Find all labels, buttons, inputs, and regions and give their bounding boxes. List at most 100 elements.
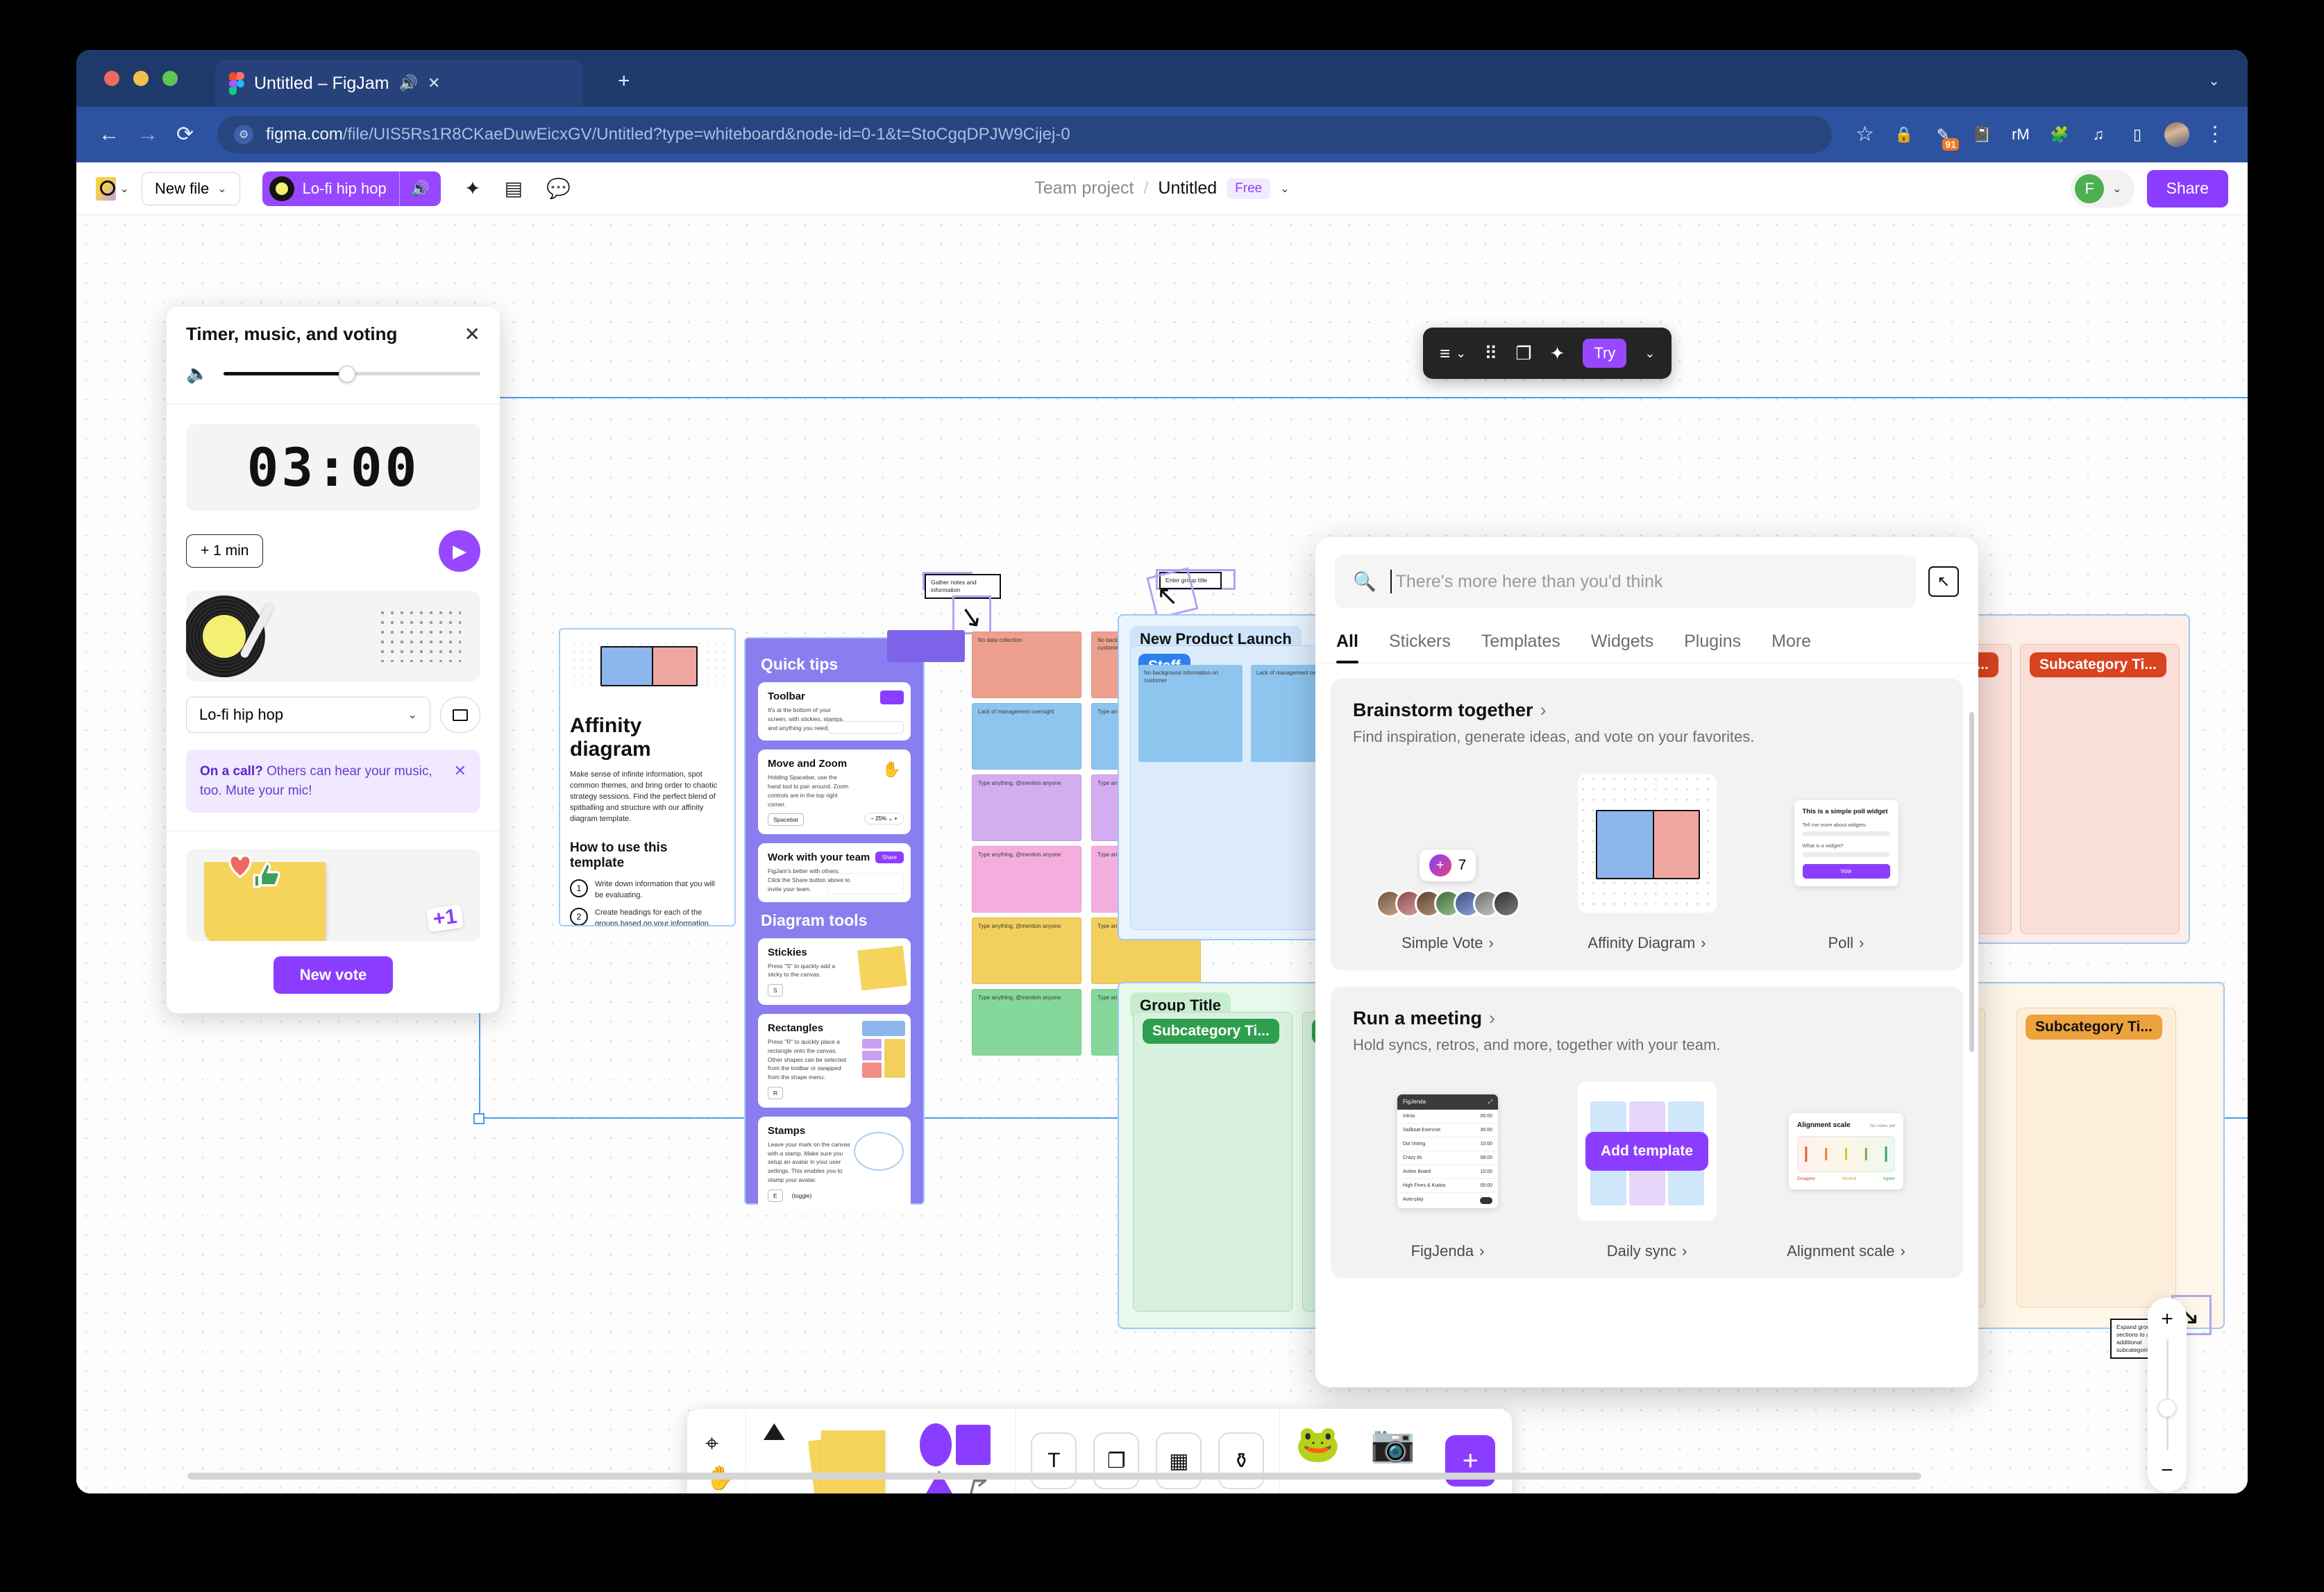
maximize-window-button[interactable] <box>162 71 178 86</box>
resources-tabs[interactable]: All Stickers Templates Widgets Plugins More <box>1315 608 1978 663</box>
affinity-diagram-template[interactable]: Affinity diagram Make sense of infinite … <box>559 628 736 926</box>
sparkle-icon[interactable]: ✦ <box>464 177 480 200</box>
minimize-window-button[interactable] <box>133 71 149 86</box>
resource-item-affinity-diagram[interactable]: Affinity Diagram › <box>1552 768 1742 952</box>
forward-arrow-icon[interactable]: → <box>137 124 158 145</box>
template-icon[interactable]: ▤ <box>505 177 523 200</box>
volume-slider[interactable] <box>224 365 480 382</box>
new-file-button[interactable]: New file ⌄ <box>142 171 240 205</box>
sticky-note[interactable]: Type anything, @mention anyone <box>972 846 1081 913</box>
site-settings-icon[interactable]: ⚙ <box>234 125 254 144</box>
pop-out-icon[interactable]: ↖ <box>1928 566 1959 597</box>
tab-widgets[interactable]: Widgets <box>1591 632 1653 663</box>
shapes-icon[interactable]: ↱ <box>920 1419 1000 1493</box>
align-left-icon[interactable]: ≡ ⌄ <box>1440 343 1466 364</box>
resource-item-figjenda[interactable]: FigJenda ⤢ Intros 05:00 Sailboat Exercise 30… <box>1353 1076 1542 1260</box>
quick-tip-card[interactable]: Stamps Leave your mark on the canvas with… <box>758 1116 911 1210</box>
subcategory-column[interactable] <box>1133 1012 1292 1312</box>
zoom-controls[interactable]: + − <box>2148 1298 2187 1492</box>
ai-toolbar[interactable]: ≡ ⌄ ⠿ ❐ ✦ Try ⌄ <box>1423 328 1672 379</box>
figjam-canvas[interactable]: Affinity diagram Make sense of infinite … <box>76 215 2248 1493</box>
cursor-icon[interactable]: ⌖ <box>705 1430 734 1457</box>
window-controls[interactable] <box>104 71 178 86</box>
text-tool-icon[interactable]: T <box>1031 1432 1077 1489</box>
close-icon[interactable]: ✕ <box>464 324 480 344</box>
music-select[interactable]: Lo-fi hip hop ⌄ <box>186 697 430 733</box>
resource-item-simple-vote[interactable]: + 7 Simple Vote › <box>1353 768 1542 952</box>
subcategory-column[interactable] <box>2020 644 2180 934</box>
side-panel-icon[interactable]: ▯ <box>2125 123 2149 146</box>
stickers-icon[interactable]: 🐸 <box>1295 1426 1359 1493</box>
selection-handle[interactable] <box>473 1113 485 1124</box>
reading-list-icon[interactable]: ♫ <box>2087 123 2110 146</box>
music-player-button[interactable]: Lo-fi hip hop 🔊 <box>262 171 441 206</box>
resource-item-daily-sync[interactable]: Add template Daily sync › <box>1552 1076 1742 1260</box>
subcategory-title-tag[interactable]: Subcategory Ti... <box>2030 652 2166 677</box>
resources-body[interactable]: Brainstorm together › Find inspiration, g… <box>1315 663 1978 1316</box>
new-tab-button[interactable]: + <box>618 69 630 93</box>
sticky-note[interactable]: Type anything, @mention anyone <box>972 774 1081 841</box>
horizontal-scrollbar[interactable] <box>187 1473 1921 1480</box>
page-title[interactable]: Untitled <box>1158 178 1217 198</box>
browser-tab[interactable]: Untitled – FigJam 🔊 ✕ <box>215 60 583 107</box>
subcategory-title-tag[interactable]: Subcategory Ti... <box>1143 1019 1279 1044</box>
tab-stickers[interactable]: Stickers <box>1389 632 1451 663</box>
close-window-button[interactable] <box>104 71 119 86</box>
try-button[interactable]: Try <box>1583 339 1627 368</box>
tab-templates[interactable]: Templates <box>1481 632 1560 663</box>
zoom-slider[interactable] <box>2158 1339 2176 1450</box>
add-minute-button[interactable]: + 1 min <box>186 534 264 568</box>
user-menu[interactable]: F ⌄ <box>2071 169 2134 208</box>
quick-tip-card[interactable]: Toolbar It's at the bottom of your screen… <box>758 682 911 741</box>
speaker-icon[interactable]: 🔊 <box>398 171 441 206</box>
add-template-button[interactable]: Add template <box>1585 1131 1708 1171</box>
stop-square-icon[interactable] <box>440 697 480 733</box>
quick-tip-card[interactable]: Work with your team FigJam's better with … <box>758 843 911 902</box>
todoist-extension-icon[interactable]: ✎ 91 <box>1931 123 1959 151</box>
chevron-down-icon[interactable]: ⌄ <box>1644 346 1655 361</box>
quick-tip-card[interactable]: Rectangles Press "R" to quickly place a r… <box>758 1014 911 1108</box>
bottom-toolbar[interactable]: ⌖ ✋ ↱ T ❐ ▦ ⚱ <box>687 1409 1513 1493</box>
subcategory-column[interactable] <box>2016 1008 2176 1307</box>
notion-extension-icon[interactable]: 📓 <box>1970 123 1994 146</box>
breadcrumb-project[interactable]: Team project <box>1034 178 1134 198</box>
puzzle-extensions-icon[interactable]: 🧩 <box>2048 123 2071 146</box>
tab-list-chevron-icon[interactable]: ⌄ <box>2208 72 2220 90</box>
tab-all[interactable]: All <box>1336 632 1358 663</box>
sticky-note[interactable]: Lack of management oversight <box>972 703 1081 770</box>
stamp-tool-icon[interactable]: ⚱ <box>1218 1432 1265 1489</box>
new-vote-button[interactable]: New vote <box>273 956 394 994</box>
password-manager-icon[interactable]: 🔒 <box>1892 123 1916 146</box>
widgets-icon[interactable]: 📷 <box>1370 1426 1434 1493</box>
zoom-slider-knob[interactable] <box>2158 1399 2176 1418</box>
tab-close-icon[interactable]: ✕ <box>428 74 440 92</box>
star-icon[interactable]: ☆ <box>1855 124 1874 145</box>
back-arrow-icon[interactable]: ← <box>99 124 119 145</box>
sparkle-icon[interactable]: ✦ <box>1550 343 1565 364</box>
sticky-note-icon[interactable] <box>808 1423 895 1493</box>
sticky-note[interactable]: No data collection <box>972 632 1081 698</box>
quick-tips-card[interactable]: Quick tips Toolbar It's at the bottom of … <box>744 637 925 1210</box>
sticky-note[interactable]: Type anything, @mention anyone <box>972 989 1081 1056</box>
resources-popover[interactable]: 🔍 There's more here than you'd think ↖ A… <box>1315 537 1978 1387</box>
grid-dots-icon[interactable]: ⠿ <box>1484 343 1497 364</box>
search-input[interactable]: 🔍 There's more here than you'd think <box>1335 555 1916 608</box>
pen-icon[interactable] <box>761 1423 787 1493</box>
figjam-menu-icon[interactable]: ⌄ <box>96 175 129 203</box>
volume-slider-knob[interactable] <box>338 365 355 382</box>
address-bar[interactable]: ⚙ figma.com/file/UIS5Rs1R8CKaeDuwEicxGV/… <box>217 116 1833 153</box>
comment-icon[interactable]: 💬 <box>546 177 571 200</box>
tab-audio-icon[interactable]: 🔊 <box>399 74 418 92</box>
browser-menu-icon[interactable]: ⋮ <box>2205 124 2225 145</box>
plus-icon[interactable]: + <box>2161 1309 2173 1330</box>
timer-music-voting-panel[interactable]: Timer, music, and voting ✕ 🔈 03:00 + 1 m… <box>167 307 500 1014</box>
section-title[interactable]: Brainstorm together <box>1353 700 1533 721</box>
quick-tip-card[interactable]: Move and Zoom Holding Spacebar, use the h… <box>758 750 911 835</box>
reload-icon[interactable]: ⟳ <box>176 124 194 145</box>
sticky-note[interactable]: No background information on customer <box>1138 665 1243 762</box>
section-tool-icon[interactable]: ❐ <box>1093 1432 1140 1489</box>
sticky-note[interactable] <box>887 630 965 662</box>
minus-icon[interactable]: − <box>2161 1460 2173 1481</box>
resource-item-poll[interactable]: This is a simple poll widget Tell me mor… <box>1751 768 1941 952</box>
play-icon[interactable]: ▶ <box>439 530 480 572</box>
